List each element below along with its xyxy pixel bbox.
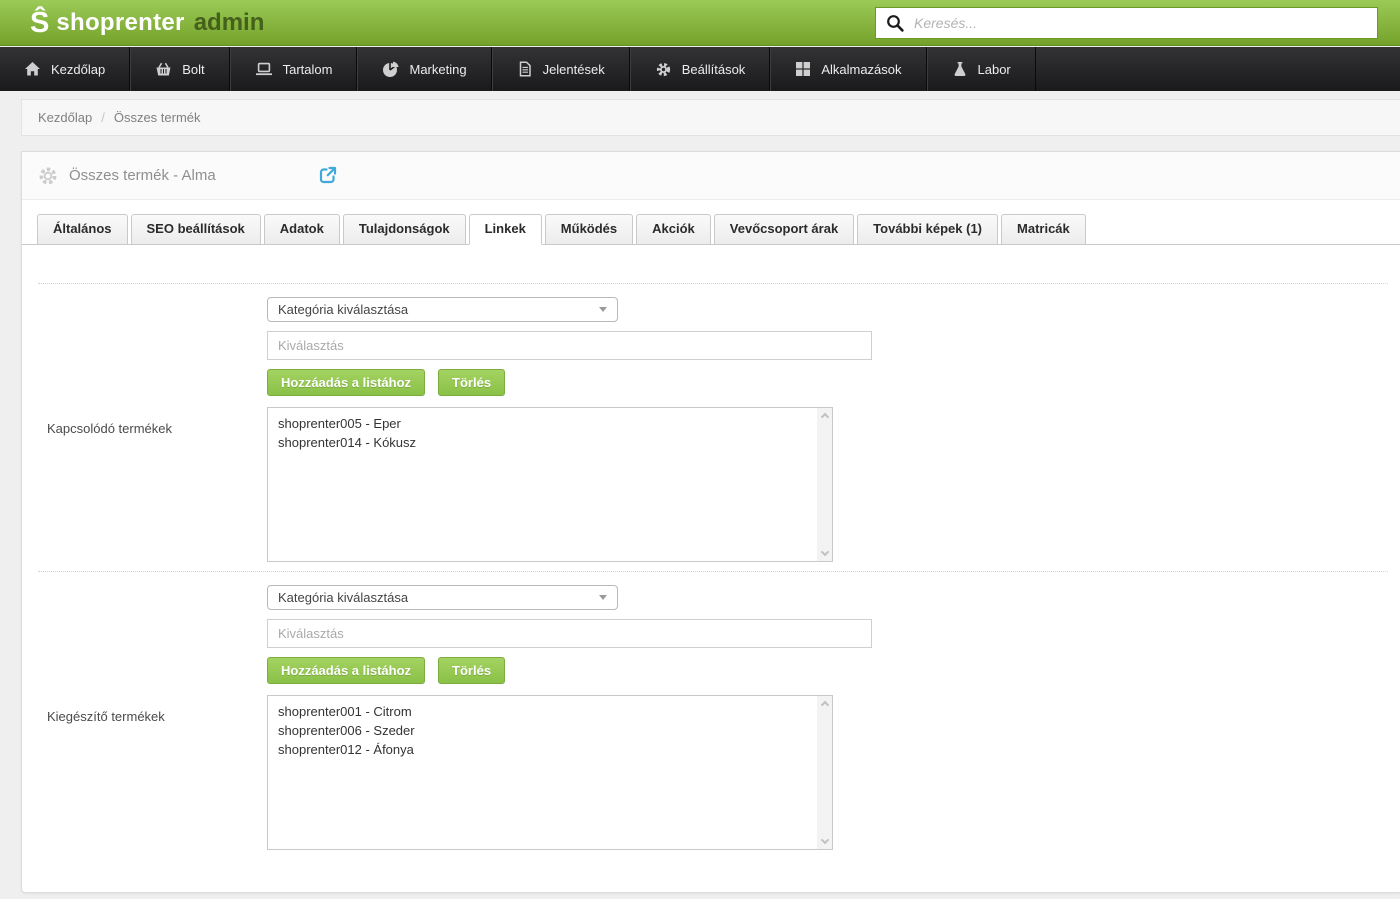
flask-icon [954,62,965,77]
breadcrumb: Kezdőlap / Összes termék [21,99,1400,136]
nav-item-bolt[interactable]: Bolt [130,47,230,91]
nav-item-labor[interactable]: Labor [926,47,1036,91]
accessory-add-button[interactable]: Hozzáadás a listához [267,657,426,684]
shoprenter-logo-icon: Ŝ [30,6,50,39]
grid-icon [796,62,811,76]
nav-item-tartalom[interactable]: Tartalom [229,47,358,91]
document-icon [519,61,531,77]
accessory-buttons: Hozzáadás a listához Törlés [267,657,506,684]
home-icon [25,62,40,76]
related-products-label: Kapcsolódó termékek [47,421,173,436]
tab-mukodes[interactable]: Működés [544,214,634,244]
global-search [875,7,1378,39]
tab-altalanos[interactable]: Általános [37,214,128,244]
accessory-delete-button[interactable]: Törlés [438,657,506,684]
related-category-select[interactable]: Kategória kiválasztása [267,297,618,322]
accessory-products-listbox[interactable]: shoprenter001 - Citrom shoprenter006 - S… [267,695,833,850]
list-item[interactable]: shoprenter005 - Eper [278,414,808,433]
main-nav: Kezdőlap Bolt Tartalom Marketing Jelenté… [0,47,1400,91]
nav-item-beallitasok[interactable]: Beállítások [629,47,771,91]
accessory-category-select[interactable]: Kategória kiválasztása [267,585,618,610]
nav-label: Beállítások [681,61,746,77]
logo-text: shoprenter [56,9,185,36]
nav-label: Marketing [409,61,467,77]
gear-icon [656,62,670,76]
nav-item-alkalmazasok[interactable]: Alkalmazások [770,47,927,91]
tab-bar: Általános SEO beállítások Adatok Tulajdo… [22,214,1400,245]
related-delete-button[interactable]: Törlés [438,369,506,396]
pie-chart-icon [383,61,400,77]
scroll-up-icon[interactable] [820,412,829,422]
search-input[interactable] [914,15,1367,31]
breadcrumb-home-link[interactable]: Kezdőlap [38,110,92,125]
scroll-down-icon[interactable] [820,547,829,557]
list-item[interactable]: shoprenter012 - Áfonya [278,740,808,759]
nav-label: Jelentések [542,61,605,77]
nav-item-marketing[interactable]: Marketing [357,47,492,91]
accessory-product-search-input[interactable] [267,619,872,648]
app-header: Ŝ shoprenter admin [0,0,1400,46]
tab-tovabbi-kepek[interactable]: További képek (1) [857,214,999,244]
related-buttons: Hozzáadás a listához Törlés [267,369,506,396]
tab-linkek[interactable]: Linkek [468,214,542,245]
breadcrumb-current: Összes termék [113,110,201,125]
tab-seo-beallitasok[interactable]: SEO beállítások [130,214,261,244]
accessory-products-label: Kiegészítő termékek [47,709,165,724]
breadcrumb-separator: / [101,110,105,125]
panel-header: Összes termék - Alma [22,152,1400,200]
chevron-down-icon [599,307,607,312]
tab-vevocsoport-arak[interactable]: Vevőcsoport árak [713,214,855,244]
list-item[interactable]: shoprenter006 - Szeder [278,721,808,740]
nav-label: Alkalmazások [821,61,902,77]
tab-tulajdonsagok[interactable]: Tulajdonságok [342,214,466,244]
chevron-down-icon [599,595,607,600]
scroll-down-icon[interactable] [820,835,829,845]
scrollbar[interactable] [817,696,832,849]
page-title: Összes termék - Alma [69,167,216,184]
nav-label: Tartalom [282,61,333,77]
scrollbar[interactable] [817,408,832,561]
tab-adatok[interactable]: Adatok [263,214,340,244]
related-products-listbox[interactable]: shoprenter005 - Eper shoprenter014 - Kók… [267,407,833,562]
logo-admin-text: admin [193,9,265,36]
laptop-icon [255,62,272,76]
nav-label: Bolt [182,61,205,77]
search-icon [887,14,904,32]
related-add-button[interactable]: Hozzáadás a listához [267,369,426,396]
external-link-icon[interactable] [318,165,338,185]
shoprenter-logo[interactable]: Ŝ shoprenter admin [30,0,264,46]
related-product-search-input[interactable] [267,331,872,360]
nav-item-kezdolap[interactable]: Kezdőlap [0,47,131,91]
select-value: Kategória kiválasztása [278,590,409,605]
list-item[interactable]: shoprenter014 - Kókusz [278,433,808,452]
nav-label: Kezdőlap [51,61,106,77]
list-item[interactable]: shoprenter001 - Citrom [278,702,808,721]
scroll-up-icon[interactable] [820,700,829,710]
tab-akciok[interactable]: Akciók [636,214,711,244]
nav-item-jelentesek[interactable]: Jelentések [491,47,630,91]
basket-icon [156,62,171,76]
settings-gear-icon[interactable] [37,165,59,187]
row-separator [38,571,1388,572]
select-value: Kategória kiválasztása [278,302,409,317]
product-panel: Összes termék - Alma Általános SEO beáll… [21,151,1400,893]
nav-label: Labor [977,61,1011,77]
row-separator [38,283,1388,284]
tab-matricak[interactable]: Matricák [1001,214,1086,244]
